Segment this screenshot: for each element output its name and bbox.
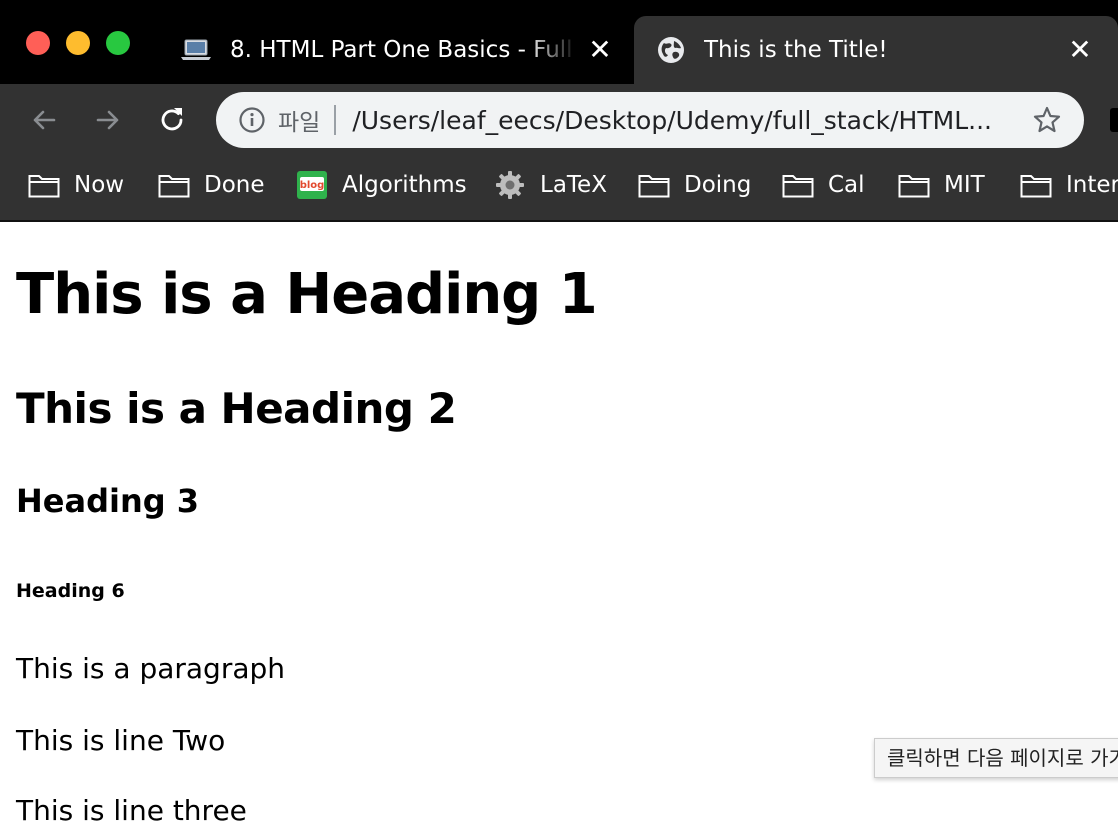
folder-icon	[28, 175, 60, 198]
bookmark-label: Now	[74, 172, 125, 198]
back-button[interactable]	[26, 102, 62, 138]
heading-2: This is a Heading 2	[16, 384, 457, 433]
tab-active[interactable]: This is the Title! ✕	[634, 16, 1118, 84]
tab-title: 8. HTML Part One Basics - Full Stack	[230, 37, 578, 63]
address-bar[interactable]: 파일 /Users/leaf_eecs/Desktop/Udemy/full_s…	[216, 92, 1084, 148]
bookmark-label: MIT	[944, 172, 985, 198]
close-tab-icon[interactable]: ✕	[586, 36, 614, 64]
bookmark-label: Cal	[828, 172, 865, 198]
close-window-button[interactable]	[26, 31, 50, 55]
bookmarks-bar: Now Done blog Algorithms LaTeX Doing Cal…	[0, 156, 1118, 222]
svg-text:blog: blog	[300, 180, 325, 191]
close-tab-icon[interactable]: ✕	[1066, 36, 1094, 64]
bookmark-cal[interactable]: Cal	[782, 168, 865, 202]
scheme-label: 파일	[278, 110, 321, 136]
heading-3: Heading 3	[16, 482, 200, 520]
bookmark-algorithms[interactable]: blog Algorithms	[296, 168, 467, 202]
gear-icon	[496, 171, 524, 199]
extension-icon[interactable]	[1110, 108, 1118, 132]
browser-window: 8. HTML Part One Basics - Full Stack ✕ T…	[0, 0, 1118, 840]
heading-1: This is a Heading 1	[16, 262, 598, 327]
paragraph: This is line Two	[16, 724, 226, 757]
browser-toolbar: 파일 /Users/leaf_eecs/Desktop/Udemy/full_s…	[0, 84, 1118, 156]
bookmark-inter[interactable]: Inter	[1020, 168, 1118, 202]
bookmark-done[interactable]: Done	[158, 168, 265, 202]
reload-button[interactable]	[154, 102, 190, 138]
forward-button[interactable]	[90, 102, 126, 138]
bookmark-label: Done	[204, 172, 265, 198]
heading-6: Heading 6	[16, 580, 125, 602]
maximize-window-button[interactable]	[106, 31, 130, 55]
paragraph: This is a paragraph	[16, 652, 286, 685]
page-content: This is a Heading 1 This is a Heading 2 …	[0, 222, 1118, 840]
laptop-icon	[181, 39, 211, 60]
bookmark-label: Doing	[684, 172, 752, 198]
tab-title: This is the Title!	[704, 37, 888, 63]
folder-icon	[638, 175, 670, 198]
paragraph: This is line three	[16, 794, 247, 827]
folder-icon	[158, 175, 190, 198]
star-icon[interactable]	[1032, 105, 1062, 135]
bookmark-latex[interactable]: LaTeX	[494, 168, 607, 202]
bookmark-mit[interactable]: MIT	[898, 168, 985, 202]
address-separator	[334, 105, 337, 135]
url-text[interactable]: /Users/leaf_eecs/Desktop/Udemy/full_stac…	[352, 106, 1008, 135]
bookmark-label: Inter	[1066, 172, 1118, 198]
folder-icon	[782, 175, 814, 198]
folder-icon	[1020, 175, 1052, 198]
tooltip: 클릭하면 다음 페이지로 가기	[874, 738, 1118, 778]
folder-icon	[898, 175, 930, 198]
info-icon[interactable]	[238, 106, 266, 134]
tab-strip: 8. HTML Part One Basics - Full Stack ✕ T…	[0, 0, 1118, 84]
blog-icon: blog	[297, 171, 327, 199]
minimize-window-button[interactable]	[66, 31, 90, 55]
bookmark-label: Algorithms	[342, 172, 467, 198]
bookmark-doing[interactable]: Doing	[638, 168, 751, 202]
globe-icon	[658, 37, 684, 63]
bookmark-label: LaTeX	[540, 172, 607, 198]
tab-inactive[interactable]: 8. HTML Part One Basics - Full Stack ✕	[160, 16, 632, 84]
bookmark-now[interactable]: Now	[28, 168, 124, 202]
